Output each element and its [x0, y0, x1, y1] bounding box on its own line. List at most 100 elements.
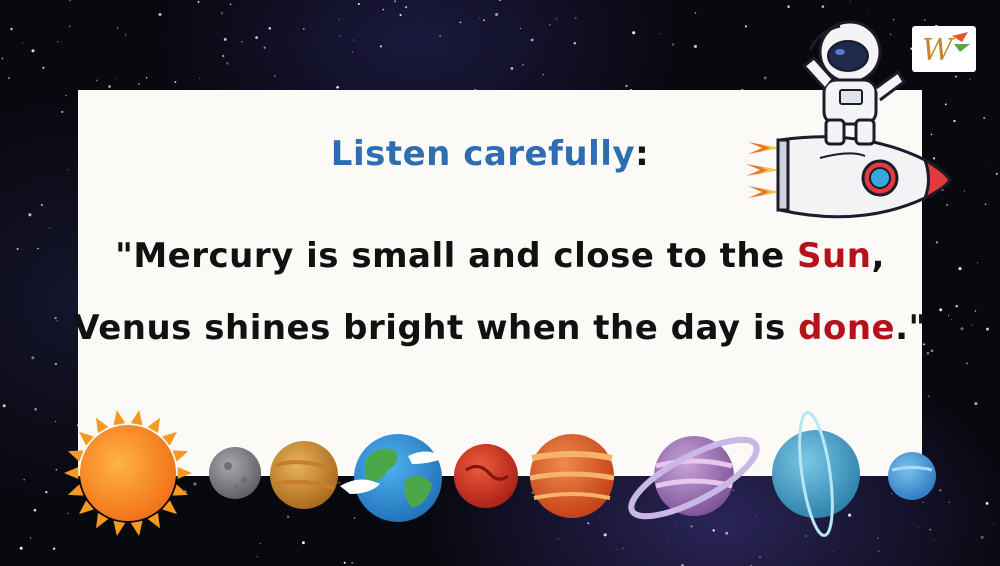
star [61, 110, 64, 113]
star [542, 74, 544, 76]
star [274, 75, 276, 77]
sun-ray [113, 409, 126, 426]
star [115, 77, 117, 79]
star [983, 117, 986, 119]
star [963, 190, 966, 192]
mars-icon [454, 444, 518, 508]
verse-line-2-suffix: ." [895, 308, 927, 348]
star [338, 18, 340, 20]
star [548, 23, 551, 26]
sun-ray [130, 520, 143, 537]
title-text: Listen carefully [330, 134, 636, 174]
star [174, 80, 177, 84]
star [632, 31, 636, 35]
star [639, 36, 641, 37]
star [930, 349, 934, 352]
star [1, 57, 4, 60]
star [926, 352, 930, 355]
star [519, 27, 521, 29]
star [302, 27, 305, 30]
verse-highlight-done: done [798, 308, 896, 348]
star [821, 5, 825, 8]
star [68, 25, 71, 28]
star [223, 37, 227, 41]
star [49, 227, 51, 229]
star [22, 42, 24, 44]
star [40, 204, 43, 206]
star [379, 45, 383, 48]
star [498, 0, 502, 2]
star [137, 82, 140, 85]
neptune-icon [888, 452, 936, 500]
sun-icon [64, 409, 192, 537]
star [928, 395, 930, 398]
star [197, 0, 200, 3]
star [268, 27, 272, 30]
star [336, 86, 339, 89]
star [787, 5, 790, 8]
star [694, 12, 697, 14]
star [510, 67, 514, 70]
star [158, 13, 162, 16]
star [65, 95, 67, 96]
uranus-icon [772, 411, 860, 537]
star [483, 19, 485, 22]
star [339, 35, 341, 37]
star [399, 14, 402, 17]
star [31, 356, 35, 360]
verse-line-1-prefix: "Mercury is small and close to the [115, 236, 798, 276]
star [555, 18, 558, 20]
star [849, 1, 851, 2]
sun-ray [130, 409, 143, 426]
logo-letter: W [922, 33, 955, 68]
star [229, 3, 232, 6]
star [124, 34, 127, 36]
star [10, 27, 13, 31]
planets-row [64, 409, 936, 537]
star [31, 49, 35, 53]
sun-ray [67, 484, 84, 496]
star [241, 40, 243, 43]
sun-ray [113, 520, 126, 537]
star [108, 85, 111, 88]
star [226, 62, 229, 65]
star [199, 77, 201, 79]
verse-line-2-prefix: Venus shines bright when the day is [73, 308, 799, 348]
star [255, 36, 258, 39]
verse-line-1-suffix: , [871, 236, 885, 276]
star [221, 54, 225, 58]
mercury-icon [209, 447, 261, 499]
star [984, 203, 987, 206]
sun-ray [172, 450, 189, 462]
star [995, 172, 998, 175]
star [417, 19, 419, 21]
star [44, 205, 46, 207]
star [495, 12, 499, 17]
star [658, 33, 660, 35]
saturn-icon [628, 436, 760, 520]
star [522, 64, 524, 66]
earth-icon [340, 434, 444, 522]
star [95, 79, 98, 82]
rocket-flames [746, 142, 780, 198]
star [985, 167, 987, 169]
star [439, 35, 441, 37]
verse-line-1: "Mercury is small and close to the Sun, [0, 236, 1000, 276]
jupiter-icon [529, 434, 615, 518]
star [7, 76, 11, 80]
star [263, 46, 266, 49]
star [57, 41, 59, 43]
star [574, 17, 577, 20]
star [28, 213, 32, 217]
star [625, 84, 628, 88]
star [352, 39, 355, 41]
title-colon: : [635, 134, 650, 174]
logo-mark-icon: W [922, 32, 970, 68]
star [116, 27, 119, 29]
sun-ray [177, 467, 192, 479]
star [54, 362, 58, 366]
star [530, 38, 534, 42]
star [42, 66, 45, 69]
star [671, 43, 675, 46]
star [943, 276, 945, 278]
